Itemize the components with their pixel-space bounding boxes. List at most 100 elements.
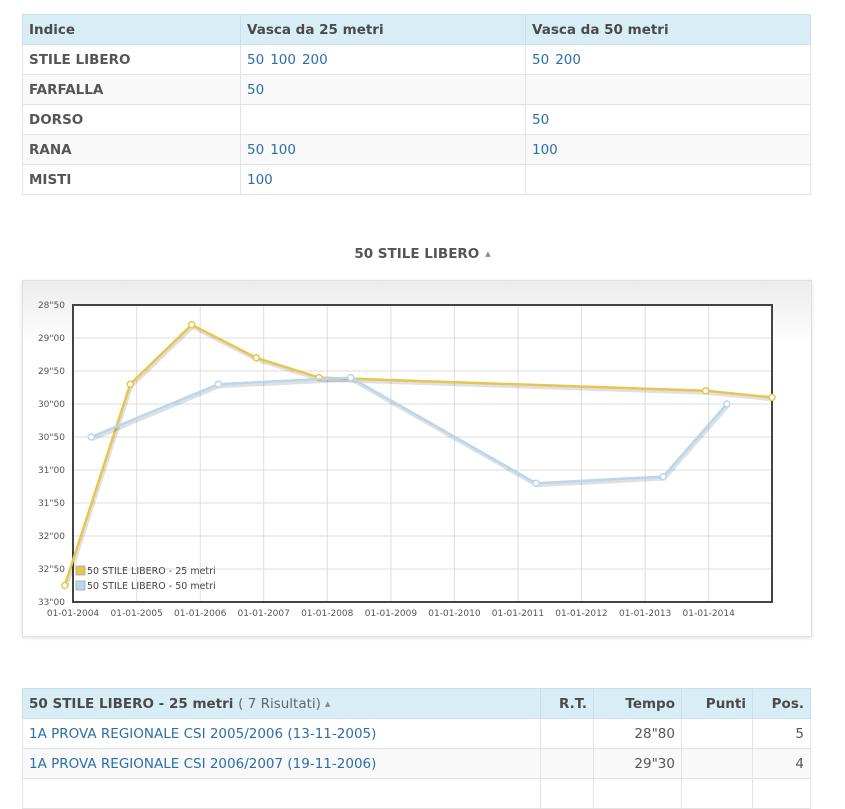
data-point[interactable] [61,581,69,590]
data-point[interactable] [252,354,260,362]
data-point[interactable] [723,400,731,408]
result-event-cell: 1A PROVA REGIONALE CSI 2006/2007 (19-11-… [22,748,541,779]
index-style-label: STILE LIBERO [22,44,241,75]
distance-link[interactable]: 200 [555,52,581,68]
index-row: RANA 50 100 100 [22,134,811,165]
result-pos-cell [752,778,811,809]
results-header-rt[interactable]: R.T. [540,688,594,719]
table-row [22,778,811,809]
index-cell-pool50 [525,74,811,105]
y-tick-label: 32"50 [38,565,65,575]
results-title: 50 STILE LIBERO - 25 metri [29,695,234,712]
index-cell-pool25 [240,104,526,135]
result-event-link[interactable]: 1A PROVA REGIONALE CSI 2006/2007 (19-11-… [29,756,376,772]
result-event-link[interactable]: 1A PROVA REGIONALE CSI 2005/2006 (13-11-… [29,726,376,742]
result-event-cell [22,778,541,809]
line-chart: 28"50 29"00 29"50 30"00 30"50 31"00 31"50 32"00… [38,301,776,619]
result-pos-cell: 4 [752,748,811,779]
result-punti-cell [681,748,753,779]
sort-caret-icon[interactable]: ▲ [325,700,330,708]
result-rt-cell [540,778,594,809]
x-tick-label: 01-01-2008 [301,609,354,619]
result-punti-cell [681,778,753,809]
y-tick-label: 33"00 [38,598,65,608]
result-tempo-cell [593,778,682,809]
collapse-caret-icon[interactable]: ▲ [485,250,490,258]
index-cell-pool50: 50 [525,104,811,135]
chart-container: 28"50 29"00 29"50 30"00 30"50 31"00 31"50 32"00… [22,280,812,637]
legend-label: 50 STILE LIBERO - 50 metri [87,581,216,592]
data-point[interactable] [214,380,223,388]
distance-link[interactable]: 100 [532,142,558,158]
y-tick-label: 30"50 [38,433,65,443]
results-header-tempo[interactable]: Tempo [593,688,682,719]
results-header-punti[interactable]: Punti [681,688,753,719]
legend-label: 50 STILE LIBERO - 25 metri [87,566,216,577]
index-cell-pool25: 50 100 [240,134,526,165]
result-rt-cell [540,718,594,749]
result-tempo-cell: 28"80 [593,718,682,749]
chart-grid [72,304,772,603]
index-table: Indice Vasca da 25 metri Vasca da 50 met… [22,14,811,195]
result-punti-cell [681,718,753,749]
distance-link[interactable]: 100 [270,52,296,68]
index-cell-pool50: 50 200 [525,44,811,75]
results-header-event[interactable]: 50 STILE LIBERO - 25 metri ( 7 Risultati… [22,688,541,719]
distance-link[interactable]: 50 [532,112,549,128]
results-table: 50 STILE LIBERO - 25 metri ( 7 Risultati… [22,688,811,809]
data-point[interactable] [346,373,355,382]
data-point[interactable] [87,433,96,441]
result-event-cell: 1A PROVA REGIONALE CSI 2005/2006 (13-11-… [22,718,541,749]
results-count: ( 7 Risultati) [238,695,321,712]
data-point[interactable] [659,472,667,481]
x-tick-label: 01-01-2009 [365,609,418,619]
index-style-label: MISTI [22,164,241,195]
results-header-pos[interactable]: Pos. [752,688,811,719]
distance-link[interactable]: 50 [247,142,264,158]
x-tick-label: 01-01-2004 [47,609,100,619]
data-point[interactable] [187,321,196,329]
y-tick-label: 32"00 [38,532,65,542]
y-tick-label: 31"50 [38,499,65,509]
data-point[interactable] [126,380,134,388]
legend-swatch [75,565,86,576]
index-cell-pool25: 50 [240,74,526,105]
index-row: DORSO 50 [22,104,811,135]
index-table-header: Indice Vasca da 25 metri Vasca da 50 met… [22,14,811,45]
y-tick-label: 29"00 [38,334,65,344]
x-tick-label: 01-01-2005 [111,609,163,619]
distance-link[interactable]: 100 [247,172,273,188]
chart-title-text: 50 STILE LIBERO [354,246,480,262]
distance-link[interactable]: 50 [532,52,549,68]
x-tick-label: 01-01-2014 [683,609,736,619]
index-style-label: FARFALLA [22,74,241,105]
index-row: STILE LIBERO 50 100 200 50 200 [22,44,811,75]
data-point[interactable] [701,387,710,395]
y-tick-label: 30"00 [38,400,65,410]
x-tick-label: 01-01-2010 [428,609,481,619]
plot-background [73,305,772,602]
table-row: 1A PROVA REGIONALE CSI 2005/2006 (13-11-… [22,718,811,749]
index-style-label: DORSO [22,104,241,135]
distance-link[interactable]: 50 [247,52,264,68]
index-cell-pool50 [525,164,811,195]
distance-link[interactable]: 50 [247,82,264,98]
y-tick-label: 29"50 [38,367,65,377]
distance-link[interactable]: 200 [302,52,328,68]
y-axis-ticks: 28"50 29"00 29"50 30"00 30"50 31"00 31"50 32"00… [38,301,65,608]
table-row: 1A PROVA REGIONALE CSI 2006/2007 (19-11-… [22,748,811,779]
data-point[interactable] [768,393,776,402]
legend-swatch [75,580,86,591]
index-row: MISTI 100 [22,164,811,195]
x-tick-label: 01-01-2007 [238,609,290,619]
x-tick-label: 01-01-2012 [555,609,607,619]
result-pos-cell: 5 [752,718,811,749]
index-style-label: RANA [22,134,241,165]
chart-title[interactable]: 50 STILE LIBERO ▲ [0,246,845,262]
x-tick-label: 01-01-2006 [174,609,227,619]
data-point[interactable] [532,479,540,487]
results-table-header: 50 STILE LIBERO - 25 metri ( 7 Risultati… [22,688,811,719]
distance-link[interactable]: 100 [270,142,296,158]
y-tick-label: 28"50 [38,301,65,311]
index-row: FARFALLA 50 [22,74,811,105]
